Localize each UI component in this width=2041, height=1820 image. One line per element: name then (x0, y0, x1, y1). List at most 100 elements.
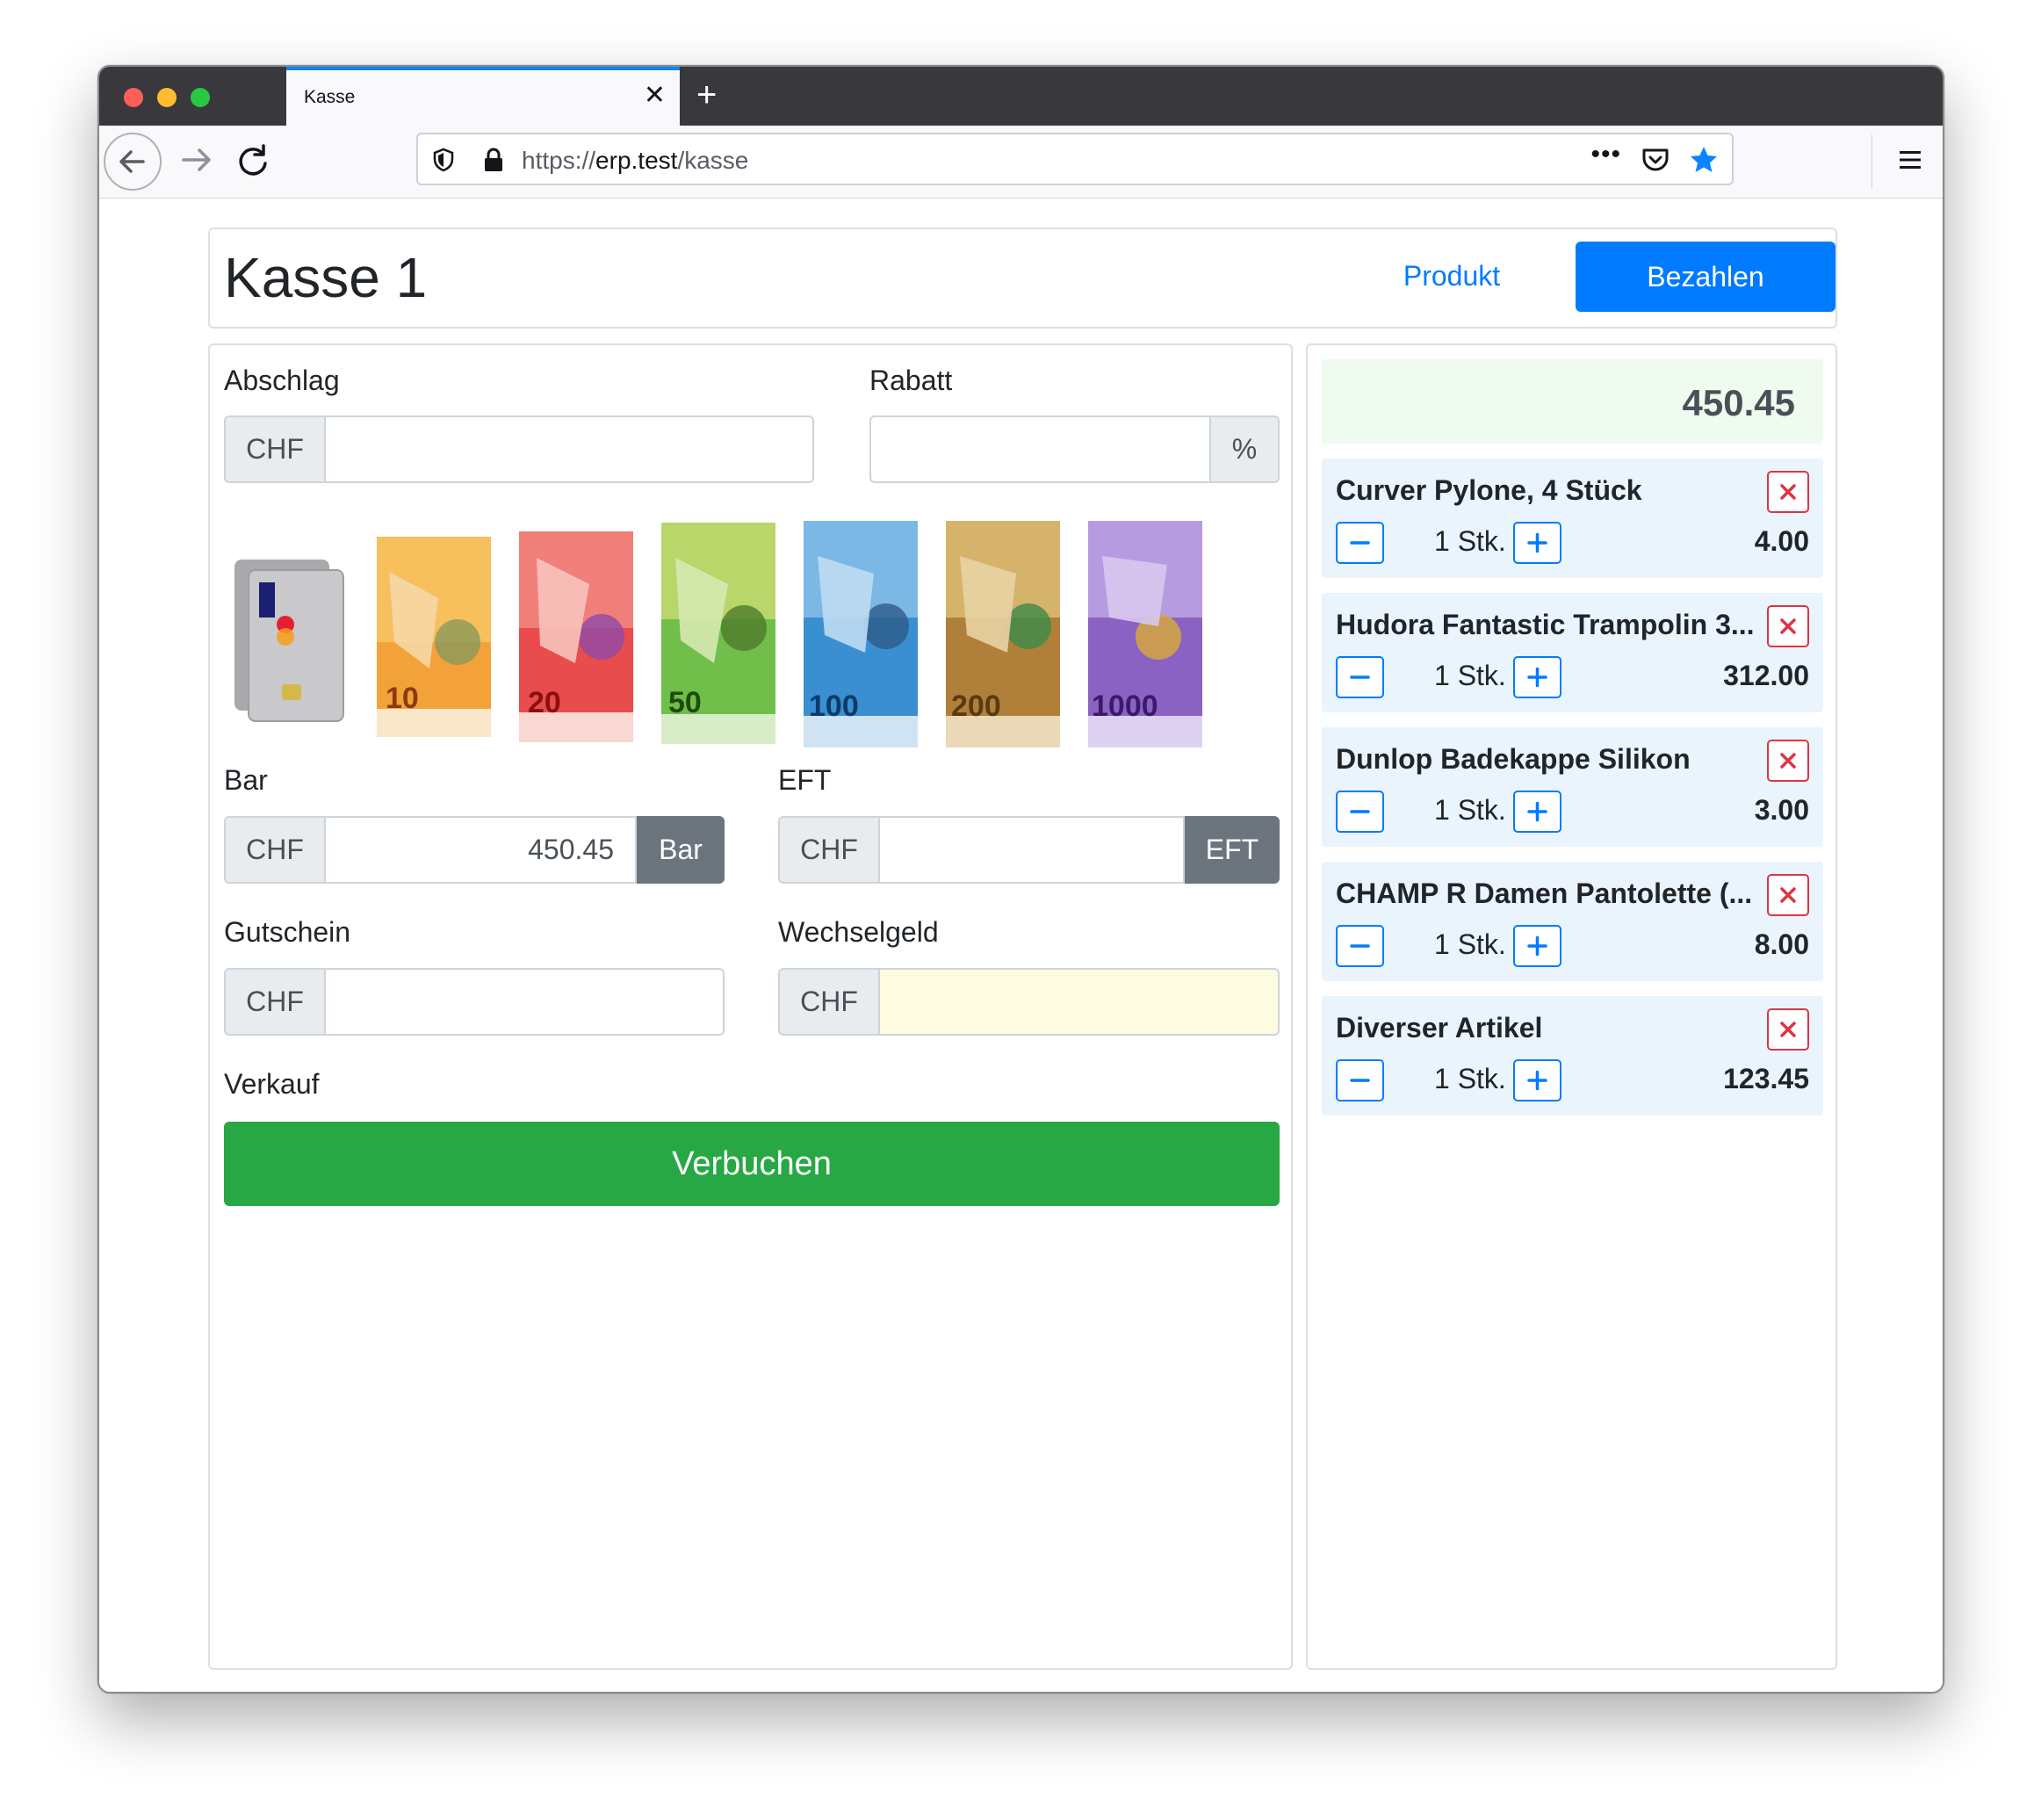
verkauf-label: Verkauf (224, 1068, 320, 1100)
abschlag-input[interactable] (324, 415, 814, 483)
minus-icon (1350, 541, 1370, 545)
page-content: Kasse 1 Produkt Bezahlen Abschlag CHF Ra… (99, 199, 1943, 1692)
remove-item-button[interactable] (1767, 740, 1809, 782)
item-price: 123.45 (1723, 1063, 1809, 1094)
item-price: 3.00 (1754, 794, 1809, 826)
more-actions-icon[interactable]: ••• (1590, 140, 1621, 170)
decrease-quantity-button[interactable] (1336, 522, 1384, 564)
svg-text:10: 10 (386, 682, 419, 715)
bar-label: Bar (224, 764, 268, 796)
verbuchen-button[interactable]: Verbuchen (224, 1122, 1280, 1206)
close-window-button[interactable] (124, 88, 143, 107)
banknote-50-icon[interactable]: 50 (661, 523, 775, 744)
close-icon (1780, 753, 1796, 769)
svg-text:50: 50 (668, 686, 702, 719)
svg-text:200: 200 (951, 690, 1001, 723)
total-amount: 450.45 (1682, 382, 1795, 423)
cart-item: Hudora Fantastic Trampolin 3... 1 Stk. 3… (1322, 593, 1823, 712)
url-bar[interactable]: https://erp.test/kasse ••• (416, 133, 1734, 185)
increase-quantity-button[interactable] (1513, 791, 1561, 833)
url-scheme: https:// (522, 147, 596, 174)
item-price: 8.00 (1754, 928, 1809, 960)
eft-input-group: CHF EFT (778, 816, 1280, 884)
tab-title: Kasse (304, 87, 356, 107)
minus-icon (1350, 944, 1370, 948)
svg-text:100: 100 (809, 690, 859, 723)
browser-tab[interactable]: Kasse ✕ (286, 67, 680, 126)
eft-label: EFT (778, 764, 832, 796)
remove-item-button[interactable] (1767, 605, 1809, 647)
wechselgeld-output (878, 968, 1280, 1036)
banknote-10-icon[interactable]: 10 (377, 537, 491, 737)
close-icon (1780, 1022, 1796, 1037)
decrease-quantity-button[interactable] (1336, 1059, 1384, 1101)
pocket-icon[interactable] (1641, 146, 1670, 174)
bar-input-group: CHF 450.45 Bar (224, 816, 725, 884)
bezahlen-button[interactable]: Bezahlen (1576, 242, 1835, 312)
gutschein-input-group: CHF (224, 968, 725, 1036)
bar-button[interactable]: Bar (637, 816, 725, 884)
minus-icon (1350, 810, 1370, 813)
close-icon (1780, 887, 1796, 903)
decrease-quantity-button[interactable] (1336, 791, 1384, 833)
navigation-bar: https://erp.test/kasse ••• (99, 126, 1943, 199)
bar-currency: CHF (224, 816, 324, 884)
url-host: erp.test (595, 147, 678, 174)
item-quantity: 1 Stk. (1434, 1063, 1506, 1094)
remove-item-button[interactable] (1767, 471, 1809, 513)
minus-icon (1350, 675, 1370, 679)
new-tab-button[interactable]: + (696, 74, 717, 116)
item-price: 312.00 (1723, 660, 1809, 691)
eft-button[interactable]: EFT (1185, 816, 1280, 884)
item-quantity: 1 Stk. (1434, 660, 1506, 691)
item-price: 4.00 (1754, 525, 1809, 557)
shield-icon[interactable] (430, 147, 457, 173)
payment-form-card: Abschlag CHF Rabatt % 10 20 50 100 200 1… (208, 343, 1293, 1670)
rabatt-input[interactable] (869, 415, 1211, 483)
increase-quantity-button[interactable] (1513, 925, 1561, 967)
increase-quantity-button[interactable] (1513, 1059, 1561, 1101)
bookmark-star-icon[interactable] (1688, 144, 1720, 176)
cart-item: CHAMP R Damen Pantolette (... 1 Stk. 8.0… (1322, 862, 1823, 981)
lock-icon[interactable] (481, 147, 506, 173)
banknote-200-icon[interactable]: 200 (946, 521, 1060, 748)
decrease-quantity-button[interactable] (1336, 656, 1384, 698)
header-card: Kasse 1 Produkt Bezahlen (208, 228, 1837, 329)
url-text[interactable]: https://erp.test/kasse (522, 147, 748, 175)
hamburger-menu-icon[interactable] (1897, 147, 1923, 173)
cart-card: 450.45 Curver Pylone, 4 Stück 1 Stk. 4.0… (1306, 343, 1837, 1670)
wechselgeld-currency: CHF (778, 968, 878, 1036)
abschlag-label: Abschlag (224, 365, 340, 396)
gutschein-label: Gutschein (224, 916, 351, 948)
item-quantity: 1 Stk. (1434, 928, 1506, 960)
item-quantity: 1 Stk. (1434, 794, 1506, 826)
url-path: /kasse (677, 147, 749, 174)
eft-input[interactable] (878, 816, 1185, 884)
forward-icon[interactable] (175, 138, 219, 182)
credit-card-icon[interactable] (233, 551, 347, 723)
produkt-button[interactable]: Produkt (1381, 242, 1522, 310)
bar-input[interactable]: 450.45 (324, 816, 637, 884)
reload-icon[interactable] (231, 138, 275, 182)
increase-quantity-button[interactable] (1513, 656, 1561, 698)
remove-item-button[interactable] (1767, 1008, 1809, 1051)
plus-icon (1527, 801, 1547, 822)
decrease-quantity-button[interactable] (1336, 925, 1384, 967)
total-box: 450.45 (1322, 359, 1823, 444)
gutschein-input[interactable] (324, 968, 725, 1036)
banknote-100-icon[interactable]: 100 (804, 521, 918, 748)
rabatt-suffix: % (1211, 415, 1280, 483)
browser-window: Kasse ✕ + https://erp.test/kasse ••• Kas… (97, 65, 1944, 1694)
plus-icon (1527, 532, 1547, 553)
banknote-1000-icon[interactable]: 1000 (1088, 521, 1202, 748)
back-button[interactable] (104, 133, 162, 191)
eft-currency: CHF (778, 816, 878, 884)
tab-close-icon[interactable]: ✕ (644, 81, 666, 111)
arrow-left-icon (119, 150, 145, 173)
increase-quantity-button[interactable] (1513, 522, 1561, 564)
item-name: Curver Pylone, 4 Stück (1336, 474, 1642, 506)
remove-item-button[interactable] (1767, 874, 1809, 916)
maximize-window-button[interactable] (191, 88, 210, 107)
minimize-window-button[interactable] (157, 88, 177, 107)
banknote-20-icon[interactable]: 20 (519, 531, 633, 742)
